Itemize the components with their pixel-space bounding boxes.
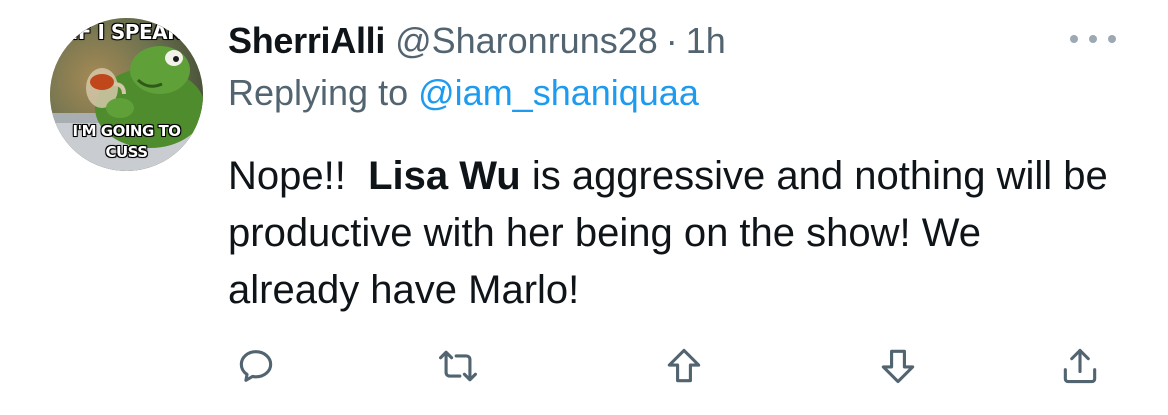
tweet-header: SherriAlli @Sharonruns28 · 1h — [228, 14, 726, 68]
upvote-icon — [667, 348, 701, 383]
share-icon — [1063, 348, 1097, 384]
more-icon-dot — [1108, 35, 1116, 43]
separator-dot: · — [665, 20, 678, 61]
user-handle[interactable]: @Sharonruns28 — [395, 20, 658, 62]
tweet-text-part: Nope!! — [228, 154, 369, 198]
downvote-button[interactable] — [872, 340, 924, 392]
retweet-icon — [439, 350, 477, 382]
replying-prefix: Replying to — [228, 72, 409, 113]
avatar[interactable]: IF I SPEAK I'M GOING TO CUSS — [50, 18, 203, 171]
tweet-text: Nope!! Lisa Wu is aggressive and nothing… — [228, 148, 1118, 319]
tweet-text-bold-name: Lisa Wu — [368, 154, 521, 198]
more-icon — [1070, 35, 1078, 43]
replying-to-line: Replying to @iam_shaniquaa — [228, 72, 699, 114]
replying-to-mention[interactable]: @iam_shaniquaa — [418, 72, 699, 113]
retweet-button[interactable] — [432, 340, 484, 392]
avatar-caption-bottom: I'M GOING TO — [72, 122, 181, 140]
more-icon-dot — [1089, 35, 1097, 43]
tweet[interactable]: IF I SPEAK I'M GOING TO CUSS SherriAlli … — [0, 0, 1168, 415]
reply-icon — [239, 350, 273, 382]
more-options-button[interactable] — [1070, 28, 1116, 50]
tweet-actions — [228, 340, 1108, 392]
avatar-caption-top: IF I SPEAK — [70, 20, 183, 44]
avatar-caption-bottom-2: CUSS — [105, 143, 148, 161]
upvote-button[interactable] — [658, 340, 710, 392]
display-name[interactable]: SherriAlli — [228, 20, 385, 62]
share-button[interactable] — [1054, 340, 1106, 392]
reply-button[interactable] — [230, 340, 282, 392]
timestamp[interactable]: 1h — [686, 20, 726, 62]
downvote-icon — [881, 349, 915, 384]
